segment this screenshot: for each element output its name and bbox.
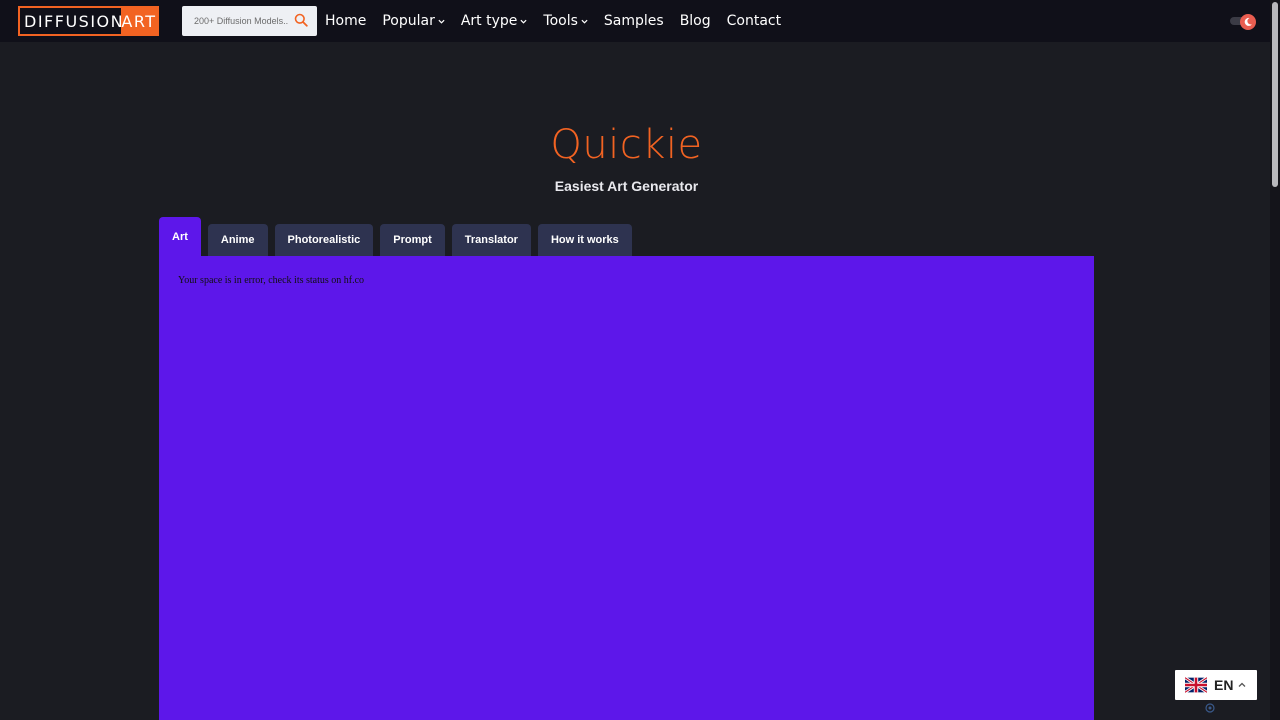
tab-translator[interactable]: Translator	[451, 224, 531, 256]
nav-tools[interactable]: Tools	[543, 13, 588, 29]
nav-popular[interactable]: Popular	[382, 13, 445, 29]
site-header: DIFFUSION ART Home Popular Art type Tool…	[0, 0, 1270, 42]
uk-flag-icon	[1185, 677, 1207, 693]
search-icon[interactable]	[294, 13, 308, 27]
chevron-down-icon	[520, 19, 527, 24]
tab-anime[interactable]: Anime	[207, 224, 268, 256]
nav-samples-label: Samples	[603, 13, 664, 29]
language-selector[interactable]: EN	[1175, 670, 1257, 700]
toggle-knob	[1240, 14, 1256, 30]
tab-how-it-works[interactable]: How it works	[537, 224, 632, 256]
nav-home-label: Home	[325, 13, 367, 29]
nav-contact[interactable]: Contact	[727, 13, 781, 29]
generator-tabs: Art Anime Photorealistic Prompt Translat…	[159, 217, 639, 256]
nav-art-type-label: Art type	[460, 13, 518, 29]
gear-icon[interactable]	[1204, 702, 1216, 714]
nav-blog-label: Blog	[679, 13, 711, 29]
chevron-down-icon	[581, 19, 588, 24]
moon-icon	[1244, 17, 1252, 26]
space-error-message: Your space is in error, check its status…	[178, 275, 365, 286]
tab-art[interactable]: Art	[159, 217, 201, 256]
page-title: Quickie	[550, 122, 703, 168]
scrollbar-thumb[interactable]	[1272, 2, 1278, 187]
nav-popular-label: Popular	[382, 13, 435, 29]
theme-toggle[interactable]	[1230, 14, 1256, 30]
nav-art-type[interactable]: Art type	[461, 13, 528, 29]
nav-contact-label: Contact	[726, 13, 782, 29]
page-subtitle: Easiest Art Generator	[554, 178, 699, 194]
tab-photorealistic[interactable]: Photorealistic	[274, 224, 374, 256]
embedded-space-panel: Your space is in error, check its status…	[159, 256, 1094, 720]
logo-text-diffusion: DIFFUSION	[20, 8, 123, 34]
chevron-down-icon	[438, 19, 445, 24]
nav-blog[interactable]: Blog	[680, 13, 711, 29]
main-nav: Home Popular Art type Tools Samples Blog…	[325, 0, 797, 42]
page-scrollbar[interactable]	[1270, 0, 1280, 720]
site-logo[interactable]: DIFFUSION ART	[18, 6, 159, 36]
nav-home[interactable]: Home	[325, 13, 366, 29]
nav-tools-label: Tools	[543, 13, 578, 29]
nav-samples[interactable]: Samples	[604, 13, 664, 29]
chevron-up-icon	[1238, 682, 1246, 687]
logo-text-art: ART	[121, 8, 157, 34]
language-label: EN	[1214, 677, 1234, 693]
search-box	[182, 6, 317, 36]
tab-prompt[interactable]: Prompt	[380, 224, 445, 256]
search-input[interactable]	[194, 16, 298, 26]
